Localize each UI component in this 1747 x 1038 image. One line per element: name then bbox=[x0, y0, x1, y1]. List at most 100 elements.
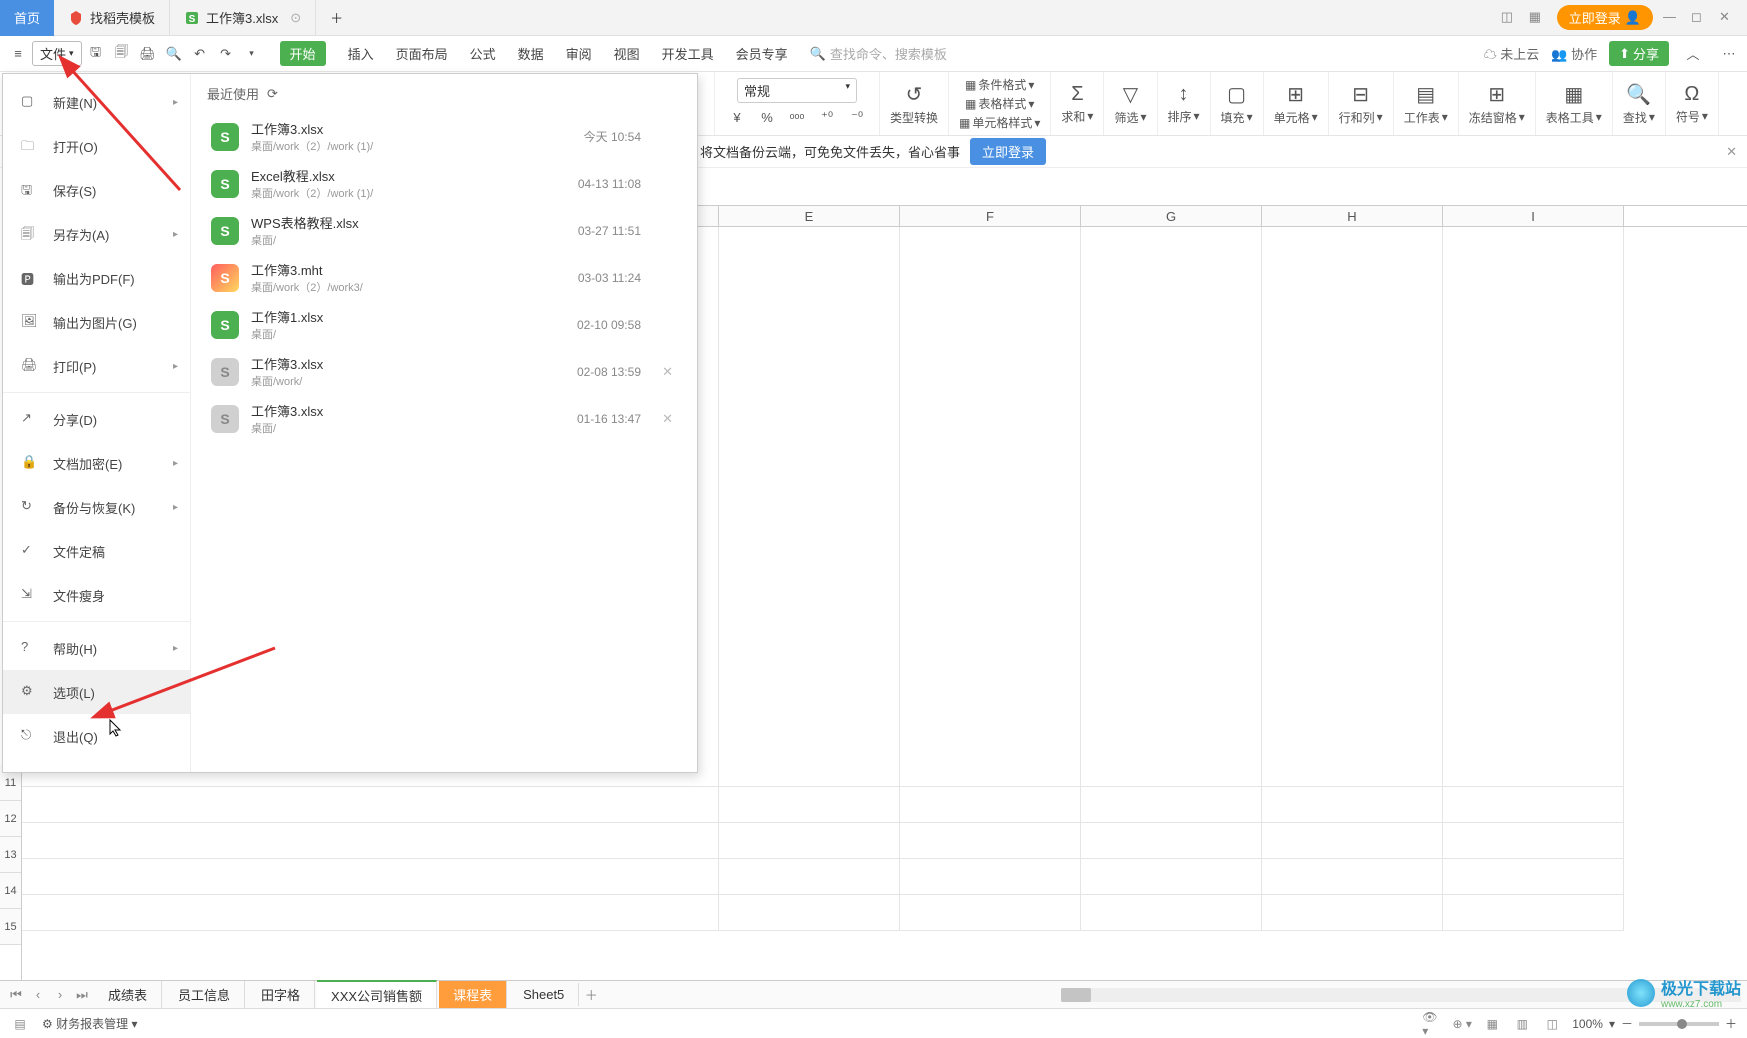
more-icon[interactable]: ⋯ bbox=[1717, 42, 1741, 66]
zoom-control[interactable]: 100%▾ － ＋ bbox=[1572, 1015, 1737, 1032]
currency-icon[interactable]: ¥ bbox=[725, 105, 749, 129]
sum-icon[interactable]: Σ bbox=[1071, 83, 1083, 106]
redo-icon[interactable]: ↷ bbox=[214, 42, 238, 66]
sheet-tab-active[interactable]: XXX公司销售额 bbox=[317, 980, 437, 1009]
symbol-icon[interactable]: Ω bbox=[1684, 83, 1699, 106]
share-button[interactable]: ⬆ 分享 bbox=[1609, 41, 1669, 66]
banner-close-icon[interactable]: ✕ bbox=[1726, 144, 1737, 160]
sheet-tab[interactable]: Sheet5 bbox=[509, 983, 579, 1006]
minimize-button[interactable]: — bbox=[1663, 9, 1681, 27]
sheet-tab[interactable]: 成绩表 bbox=[94, 981, 162, 1008]
file-menu-encrypt[interactable]: 🔒文档加密(E)▸ bbox=[3, 441, 190, 485]
ribbon-tab-insert[interactable]: 插入 bbox=[348, 44, 374, 63]
file-menu-open[interactable]: 🗀打开(O) bbox=[3, 124, 190, 168]
file-menu-help[interactable]: ?帮助(H)▸ bbox=[3, 626, 190, 670]
recent-file-item[interactable]: S Excel教程.xlsx 桌面/work（2）/work (1)/ 04-1… bbox=[207, 160, 681, 207]
recent-file-item[interactable]: S 工作簿3.mht 桌面/work（2）/work3/ 03-03 11:24 bbox=[207, 254, 681, 301]
col-header[interactable]: G bbox=[1081, 206, 1262, 226]
freeze-icon[interactable]: ⊞ bbox=[1488, 82, 1505, 107]
col-header[interactable]: F bbox=[900, 206, 1081, 226]
row-header[interactable]: 12 bbox=[0, 801, 21, 837]
sheet-tab[interactable]: 员工信息 bbox=[164, 981, 245, 1008]
col-header[interactable]: I bbox=[1443, 206, 1624, 226]
zoom-out-icon[interactable]: － bbox=[1621, 1015, 1633, 1032]
add-sheet-icon[interactable]: ＋ bbox=[581, 985, 601, 1005]
ribbon-tab-dev[interactable]: 开发工具 bbox=[662, 44, 714, 63]
recent-file-item[interactable]: S 工作簿3.xlsx 桌面/ 01-16 13:47 ✕ bbox=[207, 395, 681, 442]
filter-icon[interactable]: ▽ bbox=[1123, 82, 1138, 107]
ribbon-tab-view[interactable]: 视图 bbox=[614, 44, 640, 63]
recent-file-item[interactable]: S WPS表格教程.xlsx 桌面/ 03-27 11:51 bbox=[207, 207, 681, 254]
print-icon[interactable]: 🖨 bbox=[136, 42, 160, 66]
col-header[interactable]: E bbox=[719, 206, 900, 226]
file-menu-image[interactable]: 🖼输出为图片(G) bbox=[3, 300, 190, 344]
file-menu-share[interactable]: ↗分享(D) bbox=[3, 397, 190, 441]
tab-templates[interactable]: 找稻壳模板 bbox=[54, 0, 170, 36]
row-header[interactable]: 14 bbox=[0, 873, 21, 909]
recent-file-item[interactable]: S 工作簿3.xlsx 桌面/work/ 02-08 13:59 ✕ bbox=[207, 348, 681, 395]
undo-icon[interactable]: ↶ bbox=[188, 42, 212, 66]
view-break-icon[interactable]: ◫ bbox=[1542, 1014, 1562, 1034]
ribbon-tab-member[interactable]: 会员专享 bbox=[736, 44, 788, 63]
cell-icon[interactable]: ⊞ bbox=[1287, 82, 1304, 107]
tabletool-icon[interactable]: ▦ bbox=[1564, 82, 1583, 107]
sheet-prev-icon[interactable]: ‹ bbox=[28, 985, 48, 1005]
rowcol-icon[interactable]: ⊟ bbox=[1352, 82, 1369, 107]
sheet-tab[interactable]: 课程表 bbox=[439, 981, 507, 1008]
percent-icon[interactable]: % bbox=[755, 105, 779, 129]
file-menu-saveas[interactable]: 🗐另存为(A)▸ bbox=[3, 212, 190, 256]
col-header[interactable]: H bbox=[1262, 206, 1443, 226]
sheet-tab[interactable]: 田字格 bbox=[247, 981, 315, 1008]
login-pill[interactable]: 立即登录👤 bbox=[1557, 5, 1653, 30]
remove-recent-icon[interactable]: ✕ bbox=[662, 411, 673, 427]
row-header[interactable]: 15 bbox=[0, 909, 21, 945]
zoom-in-icon[interactable]: ＋ bbox=[1725, 1015, 1737, 1032]
file-menu-finalize[interactable]: ✓文件定稿 bbox=[3, 529, 190, 573]
refresh-icon[interactable]: ⟳ bbox=[267, 86, 278, 102]
recent-file-item[interactable]: S 工作簿1.xlsx 桌面/ 02-10 09:58 bbox=[207, 301, 681, 348]
dec-dec-icon[interactable]: ⁻⁰ bbox=[845, 105, 869, 129]
tab-close-icon[interactable]: ⊙ bbox=[290, 10, 301, 26]
eye-icon[interactable]: 👁 ▾ bbox=[1422, 1014, 1442, 1034]
type-convert-icon[interactable]: ↺ bbox=[906, 82, 923, 107]
view-page-icon[interactable]: ▥ bbox=[1512, 1014, 1532, 1034]
tab-document[interactable]: S 工作簿3.xlsx ⊙ bbox=[170, 0, 316, 36]
maximize-button[interactable]: ◻ bbox=[1691, 9, 1709, 27]
file-menu-print[interactable]: 🖨打印(P)▸ bbox=[3, 344, 190, 388]
table-style-button[interactable]: ▦ 表格样式 ▾ bbox=[965, 95, 1034, 112]
command-search[interactable]: 🔍 查找命令、搜索模板 bbox=[810, 44, 947, 63]
view-normal-icon[interactable]: ▦ bbox=[1482, 1014, 1502, 1034]
file-menu-options[interactable]: ⚙选项(L) bbox=[3, 670, 190, 714]
ribbon-tab-data[interactable]: 数据 bbox=[518, 44, 544, 63]
file-button[interactable]: 文件▾ bbox=[32, 41, 82, 66]
banner-login-button[interactable]: 立即登录 bbox=[970, 138, 1046, 165]
fill-icon[interactable]: ▢ bbox=[1227, 82, 1246, 107]
file-menu-pdf[interactable]: 🅿输出为PDF(F) bbox=[3, 256, 190, 300]
file-menu-slim[interactable]: ⇲文件瘦身 bbox=[3, 573, 190, 617]
locate-icon[interactable]: ⊕ ▾ bbox=[1452, 1014, 1472, 1034]
recent-file-item[interactable]: S 工作簿3.xlsx 桌面/work（2）/work (1)/ 今天 10:5… bbox=[207, 113, 681, 160]
worksheet-icon[interactable]: ▤ bbox=[1416, 82, 1435, 107]
ribbon-tab-start[interactable]: 开始 bbox=[280, 41, 326, 66]
panel-icon[interactable]: ◫ bbox=[1501, 9, 1519, 27]
sort-icon[interactable]: ↕ bbox=[1179, 83, 1189, 106]
preview-icon[interactable]: 🔍 bbox=[162, 42, 186, 66]
tab-home[interactable]: 首页 bbox=[0, 0, 54, 36]
file-menu-backup[interactable]: ↻备份与恢复(K)▸ bbox=[3, 485, 190, 529]
remove-recent-icon[interactable]: ✕ bbox=[662, 364, 673, 380]
ribbon-tab-review[interactable]: 审阅 bbox=[566, 44, 592, 63]
sheet-last-icon[interactable]: ⏭ bbox=[72, 985, 92, 1005]
save-icon[interactable]: 🖫 bbox=[84, 42, 108, 66]
collab-button[interactable]: 👥 协作 bbox=[1551, 44, 1597, 63]
cond-format-button[interactable]: ▦ 条件格式 ▾ bbox=[965, 76, 1034, 93]
dropdown-icon[interactable]: ▾ bbox=[240, 42, 264, 66]
file-menu-save[interactable]: 🖫保存(S) bbox=[3, 168, 190, 212]
new-tab-button[interactable]: ＋ bbox=[316, 0, 357, 36]
find-icon[interactable]: 🔍 bbox=[1626, 82, 1651, 107]
save-as-icon[interactable]: 🗐 bbox=[110, 42, 134, 66]
status-manager[interactable]: ⚙ 财务报表管理 ▾ bbox=[42, 1015, 137, 1032]
cell-style-button[interactable]: ▦ 单元格样式 ▾ bbox=[959, 114, 1040, 131]
ribbon-tab-layout[interactable]: 页面布局 bbox=[396, 44, 448, 63]
sheet-next-icon[interactable]: › bbox=[50, 985, 70, 1005]
sheet-first-icon[interactable]: ⏮ bbox=[6, 985, 26, 1005]
